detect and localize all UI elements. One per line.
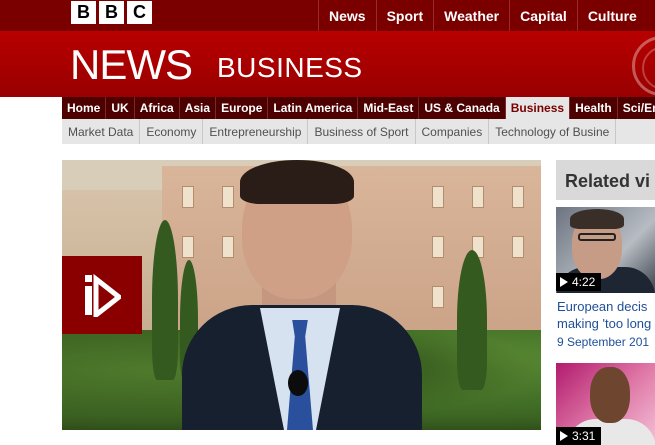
section-nav-health[interactable]: Health xyxy=(570,97,618,119)
video-duration: 3:31 xyxy=(572,429,596,443)
video-still-window xyxy=(432,186,444,208)
video-still-window xyxy=(472,186,484,208)
related-video-date: 9 September 201 xyxy=(557,335,650,349)
section-nav-us-canada[interactable]: US & Canada xyxy=(419,97,506,119)
video-still-window xyxy=(432,286,444,308)
section-nav-home[interactable]: Home xyxy=(62,97,107,119)
bbc-logo-letter: B xyxy=(99,1,124,24)
sub-nav: Market Data Economy Entrepreneurship Bus… xyxy=(62,119,655,144)
top-nav-capital[interactable]: Capital xyxy=(509,0,577,31)
video-still-window xyxy=(432,236,444,258)
video-still-microphone xyxy=(288,370,308,396)
bbc-business-page: B B C News Sport Weather Capital Culture… xyxy=(0,0,655,445)
sub-nav-companies[interactable]: Companies xyxy=(416,119,490,144)
section-nav-mid-east[interactable]: Mid-East xyxy=(358,97,420,119)
video-still-person xyxy=(240,160,354,204)
section-nav: Home UK Africa Asia Europe Latin America… xyxy=(62,97,655,119)
sub-nav-market-data[interactable]: Market Data xyxy=(62,119,141,144)
video-still-tree xyxy=(457,250,487,390)
sub-nav-economy[interactable]: Economy xyxy=(140,119,204,144)
video-play-button[interactable] xyxy=(62,256,142,334)
section-nav-europe[interactable]: Europe xyxy=(216,97,269,119)
thumbnail-person xyxy=(590,367,630,423)
bbc-logo-letter: B xyxy=(71,1,96,24)
related-video-headline-line[interactable]: making 'too long xyxy=(557,316,655,331)
video-still-tree xyxy=(152,220,178,380)
video-still-window xyxy=(182,186,194,208)
sub-nav-business-of-sport[interactable]: Business of Sport xyxy=(308,119,416,144)
related-videos-title: Related vi xyxy=(565,171,651,191)
top-nav-sport[interactable]: Sport xyxy=(375,0,434,31)
video-still-window xyxy=(222,236,234,258)
video-still-window xyxy=(182,236,194,258)
related-video-thumbnail[interactable]: 3:31 xyxy=(556,363,655,445)
video-still-window xyxy=(512,236,524,258)
play-icon xyxy=(560,431,568,441)
news-title[interactable]: NEWS xyxy=(70,41,193,89)
bbc-logo[interactable]: B B C xyxy=(71,1,152,24)
video-duration-badge: 3:31 xyxy=(556,427,602,445)
bbc-logo-letter: C xyxy=(127,1,152,24)
top-nav: News Sport Weather Capital Culture xyxy=(318,0,647,31)
play-icon xyxy=(85,273,121,317)
section-nav-latin-america[interactable]: Latin America xyxy=(268,97,359,119)
top-nav-news[interactable]: News xyxy=(318,0,376,31)
video-duration-badge: 4:22 xyxy=(556,273,602,291)
section-nav-uk[interactable]: UK xyxy=(106,97,135,119)
top-nav-weather[interactable]: Weather xyxy=(433,0,509,31)
related-video-headline-line[interactable]: European decis xyxy=(557,299,655,314)
section-nav-business[interactable]: Business xyxy=(505,97,571,119)
thumbnail-person xyxy=(570,209,624,229)
section-nav-africa[interactable]: Africa xyxy=(135,97,180,119)
sub-nav-entrepreneurship[interactable]: Entrepreneurship xyxy=(203,119,309,144)
sub-nav-technology-of-business[interactable]: Technology of Busine xyxy=(489,119,617,144)
section-title[interactable]: BUSINESS xyxy=(217,52,363,84)
section-nav-sci-env[interactable]: Sci/En xyxy=(618,97,655,119)
video-still-window xyxy=(222,186,234,208)
video-duration: 4:22 xyxy=(572,275,596,289)
related-video-thumbnail[interactable]: 4:22 xyxy=(556,207,655,293)
video-still-window xyxy=(512,186,524,208)
top-nav-culture[interactable]: Culture xyxy=(576,0,647,31)
thumbnail-person xyxy=(578,233,616,241)
section-nav-asia[interactable]: Asia xyxy=(180,97,217,119)
play-icon xyxy=(560,277,568,287)
